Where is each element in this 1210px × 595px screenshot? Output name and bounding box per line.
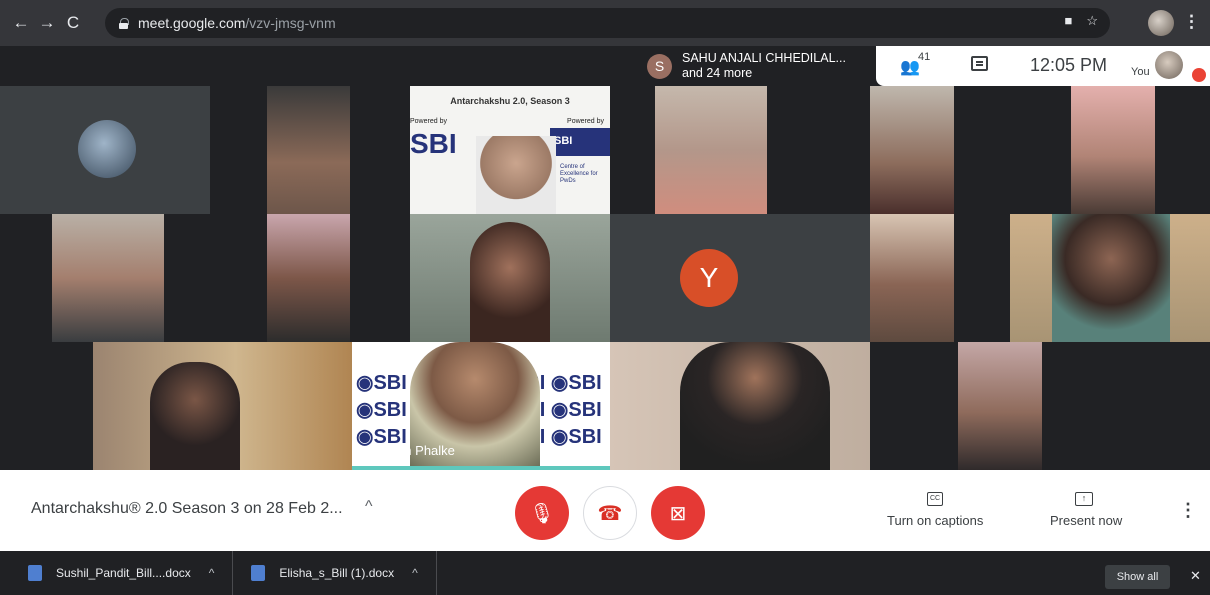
participant-tile[interactable] [0,214,210,342]
download-shelf: Sushil_Pandit_Bill....docx ^ Elisha_s_Bi… [0,551,1210,595]
participant-video [1071,86,1155,214]
chevron-up-icon[interactable]: ^ [365,498,373,516]
close-icon[interactable]: ✕ [1190,568,1201,584]
chat-icon[interactable] [971,56,988,71]
mic-off-icon: 🎙 [529,502,555,525]
participant-tile[interactable] [0,86,210,214]
speaker-name: Ganesh Phalke [366,443,455,458]
centre-excellence-text: Centre of Excellence for PwDs [560,164,598,184]
participant-tile[interactable] [1010,86,1210,214]
participant-avatar [78,120,136,178]
meeting-details-title[interactable]: Antarchakshu® 2.0 Season 3 on 28 Feb 2..… [31,500,343,518]
present-button-label[interactable]: Present now [1050,513,1122,528]
present-icon[interactable]: ↑ [1075,492,1093,506]
self-view-avatar[interactable] [1155,51,1183,79]
participant-tile[interactable] [870,214,1010,342]
download-filename: Sushil_Pandit_Bill....docx [56,566,191,580]
chevron-up-icon[interactable]: ^ [412,566,418,580]
powered-by-right: Powered by [567,118,604,125]
participant-tile[interactable] [870,86,1010,214]
you-label: You [1131,66,1150,78]
participant-video [52,214,164,342]
browser-profile-avatar[interactable] [1148,10,1174,36]
people-count: 41 [918,51,931,63]
url-path: /vzv-jmsg-vnm [245,15,336,31]
participant-person [150,362,240,470]
word-document-icon [28,565,42,581]
microphone-toggle-button[interactable]: 🎙 [515,486,569,540]
participant-video [958,342,1042,470]
meet-header: 👥 41 12:05 PM You [876,46,1210,86]
show-all-downloads-button[interactable]: Show all [1105,565,1170,589]
participant-video [470,222,550,342]
reload-button[interactable]: C [60,10,86,36]
participant-initial-avatar: Y [680,249,738,307]
meeting-clock: 12:05 PM [1030,55,1108,75]
participant-tile[interactable] [210,86,410,214]
leave-call-button[interactable]: ☎ [583,486,637,540]
url-host: meet.google.com [138,15,246,31]
sbi-foundation-logo: SBI [550,128,610,156]
participant-tile[interactable] [1010,214,1210,342]
slide-title: Antarchakshu 2.0, Season 3 [450,96,570,106]
browser-menu-button[interactable]: ⋮ [1183,12,1200,32]
captions-button-label[interactable]: Turn on captions [887,513,983,528]
participant-avatar: S [647,53,672,79]
address-bar[interactable]: meet.google.com/vzv-jmsg-vnm ■ ☆ [105,8,1110,38]
people-icon[interactable]: 👥 [900,57,920,77]
participant-video [655,86,767,214]
participant-name: SAHU ANJALI CHHEDILAL... [682,51,846,65]
camera-toggle-button[interactable]: ⊠ [651,486,705,540]
download-item[interactable]: Sushil_Pandit_Bill....docx ^ [0,551,234,595]
active-participants-pill: S SAHU ANJALI CHHEDILAL... and 24 more [638,46,874,86]
participant-video [1052,214,1170,342]
participant-video [267,214,350,342]
participant-video [870,214,954,342]
download-filename: Elisha_s_Bill (1).docx [279,566,395,580]
sbi-logo-text: SBI [410,128,457,159]
meeting-controls-bar: Antarchakshu® 2.0 Season 3 on 28 Feb 2..… [0,470,1210,551]
participant-tile[interactable] [0,342,352,470]
lock-icon [119,17,129,29]
participant-more: and 24 more [682,66,753,80]
participant-tile[interactable] [610,342,870,470]
powered-by-left: Powered by [410,118,447,125]
captions-icon[interactable]: CC [927,492,943,506]
word-document-icon [251,565,266,581]
download-item[interactable]: Elisha_s_Bill (1).docx ^ [233,551,437,595]
active-speaker-tile[interactable]: ◉SBI ◉S SBI ◉SBI ◉SBI ◉S SBI ◉SBI ◉SBI ◉… [352,342,610,470]
presenter-video [476,136,556,214]
participant-video [680,342,830,470]
camera-off-icon: ⊠ [669,502,687,525]
chevron-up-icon[interactable]: ^ [209,566,215,580]
muted-mic-icon [1192,68,1206,82]
participant-tile[interactable]: Y [610,214,870,342]
back-button[interactable]: ← [8,10,34,36]
participant-tile[interactable] [210,214,410,342]
camera-indicator-icon[interactable]: ■ [1064,13,1072,29]
forward-button[interactable]: → [34,10,60,36]
presentation-slide-tile[interactable]: Antarchakshu 2.0, Season 3 Powered by Po… [410,86,610,214]
participant-tile[interactable] [610,86,870,214]
hang-up-icon: ☎ [597,502,623,525]
bookmark-star-icon[interactable]: ☆ [1086,13,1098,29]
video-grid: Antarchakshu 2.0, Season 3 Powered by Po… [0,86,1210,470]
more-options-button[interactable]: ⋮ [1179,500,1197,521]
participant-tile[interactable] [410,214,610,342]
participant-video [267,86,350,214]
participant-tile[interactable] [870,342,1210,470]
participant-video [870,86,954,214]
